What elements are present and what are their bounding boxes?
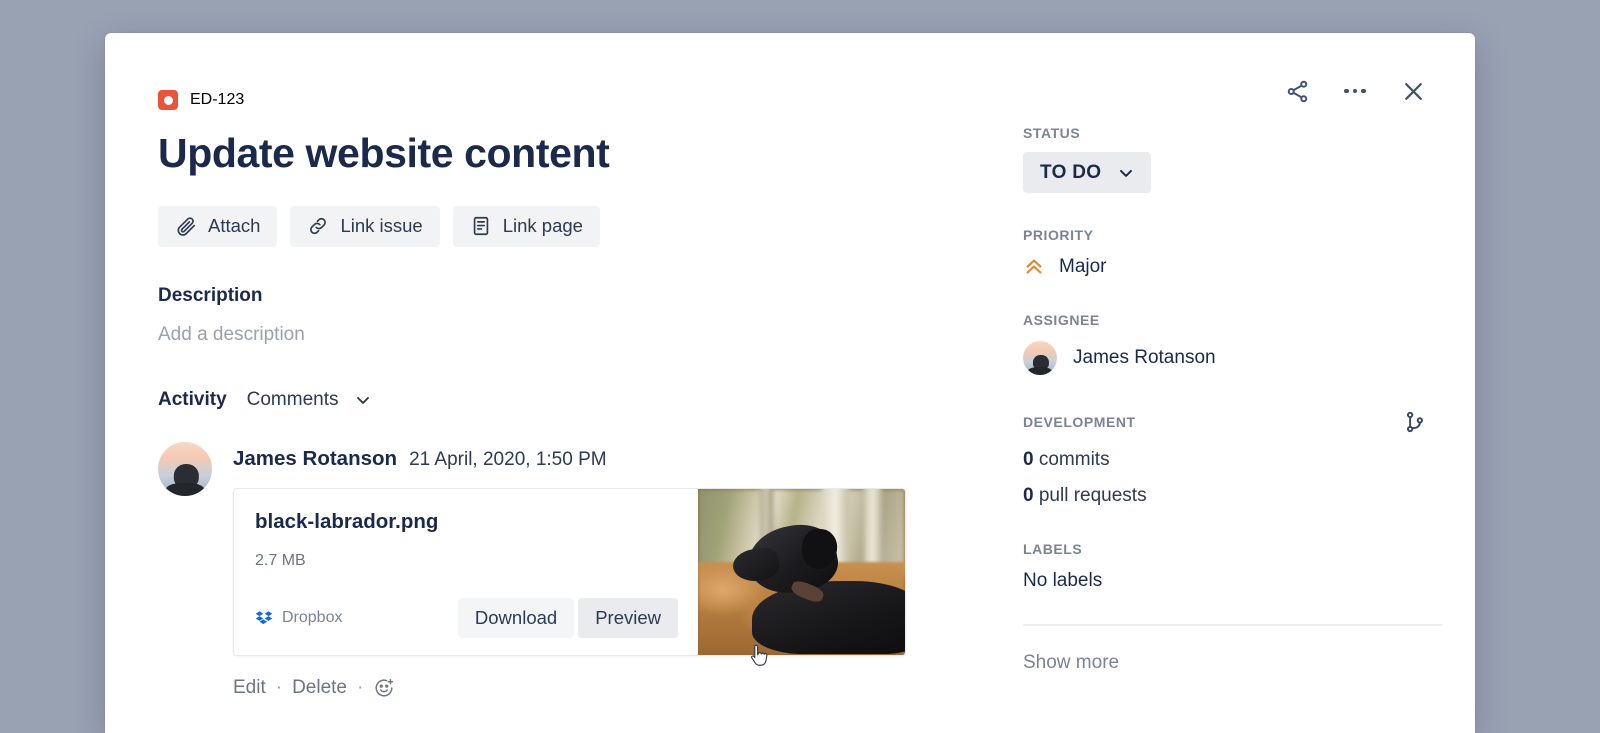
link-page-button-label: Link page [502, 215, 583, 237]
delete-comment-link[interactable]: Delete [292, 677, 347, 699]
attachment-buttons: Download Preview [457, 598, 678, 639]
description-heading: Description [158, 284, 263, 306]
development-header: DEVELOPMENT [1023, 409, 1428, 435]
commits-label: commits [1038, 449, 1110, 470]
activity-header: Activity Comments [158, 389, 948, 411]
comment-author[interactable]: James Rotanson [233, 448, 397, 470]
issue-key[interactable]: ED-123 [190, 91, 244, 109]
close-button[interactable] [1393, 71, 1433, 111]
link-issue-button[interactable]: Link issue [290, 205, 440, 247]
description-input[interactable]: Add a description [158, 324, 948, 346]
assignee-value-row[interactable]: James Rotanson [1023, 341, 1428, 375]
bug-icon [158, 90, 178, 110]
pull-requests-row[interactable]: 0 pull requests [1023, 485, 1428, 507]
priority-field: PRIORITY Major [1023, 227, 1428, 278]
status-badge: TO DO [1040, 161, 1102, 183]
priority-major-icon [1026, 259, 1042, 274]
attachment-source-label: Dropbox [282, 609, 343, 627]
activity-heading: Activity [158, 388, 227, 410]
paperclip-icon [177, 217, 196, 237]
status-label: STATUS [1023, 125, 1081, 141]
comment-timestamp: 21 April, 2020, 1:50 PM [409, 448, 607, 470]
attachment-source: Dropbox [255, 609, 342, 627]
download-button[interactable]: Download [457, 598, 575, 639]
show-more-link[interactable]: Show more [1023, 652, 1119, 674]
issue-main-content: ED-123 Update website content Attach Lin [158, 63, 968, 733]
edit-comment-link[interactable]: Edit [233, 677, 266, 699]
issue-sidebar: STATUS TO DO PRIORITY Major ASSIGNEE Jam… [968, 63, 1443, 733]
commits-count: 0 [1023, 449, 1034, 470]
share-button[interactable] [1277, 71, 1317, 111]
link-page-button[interactable]: Link page [452, 205, 600, 247]
dropbox-icon [255, 611, 273, 625]
attachment-filename: black-labrador.png [255, 510, 439, 534]
attachment-filesize: 2.7 MB [255, 552, 306, 570]
link-issue-button-label: Link issue [340, 215, 423, 237]
assignee-label: ASSIGNEE [1023, 312, 1100, 328]
activity-filter-label: Comments [246, 388, 339, 410]
commits-row[interactable]: 0 commits [1023, 449, 1428, 471]
sidebar-divider [1023, 624, 1443, 626]
link-icon [310, 218, 327, 235]
labels-field: LABELS No labels [1023, 541, 1428, 592]
labels-label: LABELS [1023, 541, 1083, 557]
priority-value-row[interactable]: Major [1023, 256, 1428, 278]
breadcrumb: ED-123 [158, 85, 948, 115]
comment-actions: Edit · Delete · [233, 677, 948, 699]
development-label: DEVELOPMENT [1023, 414, 1136, 430]
page-icon [473, 217, 488, 236]
attach-button[interactable]: Attach [158, 205, 278, 247]
activity-filter-dropdown[interactable]: Comments [247, 389, 373, 411]
ellipsis-icon [1344, 88, 1366, 94]
attachment-card[interactable]: black-labrador.png 2.7 MB Dropbox Downlo… [233, 488, 906, 657]
attachment-thumbnail[interactable] [698, 489, 905, 656]
avatar [1023, 341, 1057, 375]
preview-button[interactable]: Preview [578, 598, 678, 639]
assignee-name: James Rotanson [1073, 347, 1216, 368]
modal-action-bar [1277, 71, 1433, 111]
status-dropdown[interactable]: TO DO [1023, 152, 1152, 193]
chevron-down-icon [1120, 169, 1133, 177]
branch-icon[interactable] [1402, 409, 1428, 435]
page-title[interactable]: Update website content [158, 130, 948, 177]
pull-requests-count: 0 [1023, 485, 1034, 506]
share-icon [1287, 80, 1307, 102]
close-icon [1404, 82, 1422, 100]
labels-value[interactable]: No labels [1023, 570, 1428, 592]
attach-button-label: Attach [208, 215, 261, 237]
pull-requests-label: pull requests [1038, 485, 1147, 506]
priority-label: PRIORITY [1023, 227, 1094, 243]
assignee-field: ASSIGNEE James Rotanson [1023, 312, 1428, 375]
add-reaction-icon[interactable] [373, 677, 395, 699]
action-separator-1: · [275, 677, 283, 699]
avatar[interactable] [158, 441, 212, 496]
issue-toolbar: Attach Link issue Link page [158, 205, 948, 247]
priority-value: Major [1059, 256, 1107, 277]
comment-meta: James Rotanson 21 April, 2020, 1:50 PM [233, 442, 948, 470]
issue-detail-modal: ED-123 Update website content Attach Lin [105, 33, 1475, 733]
more-options-button[interactable] [1335, 71, 1375, 111]
comment-item: James Rotanson 21 April, 2020, 1:50 PM b… [158, 441, 948, 700]
action-separator-2: · [357, 677, 364, 699]
chevron-down-icon [356, 396, 369, 404]
